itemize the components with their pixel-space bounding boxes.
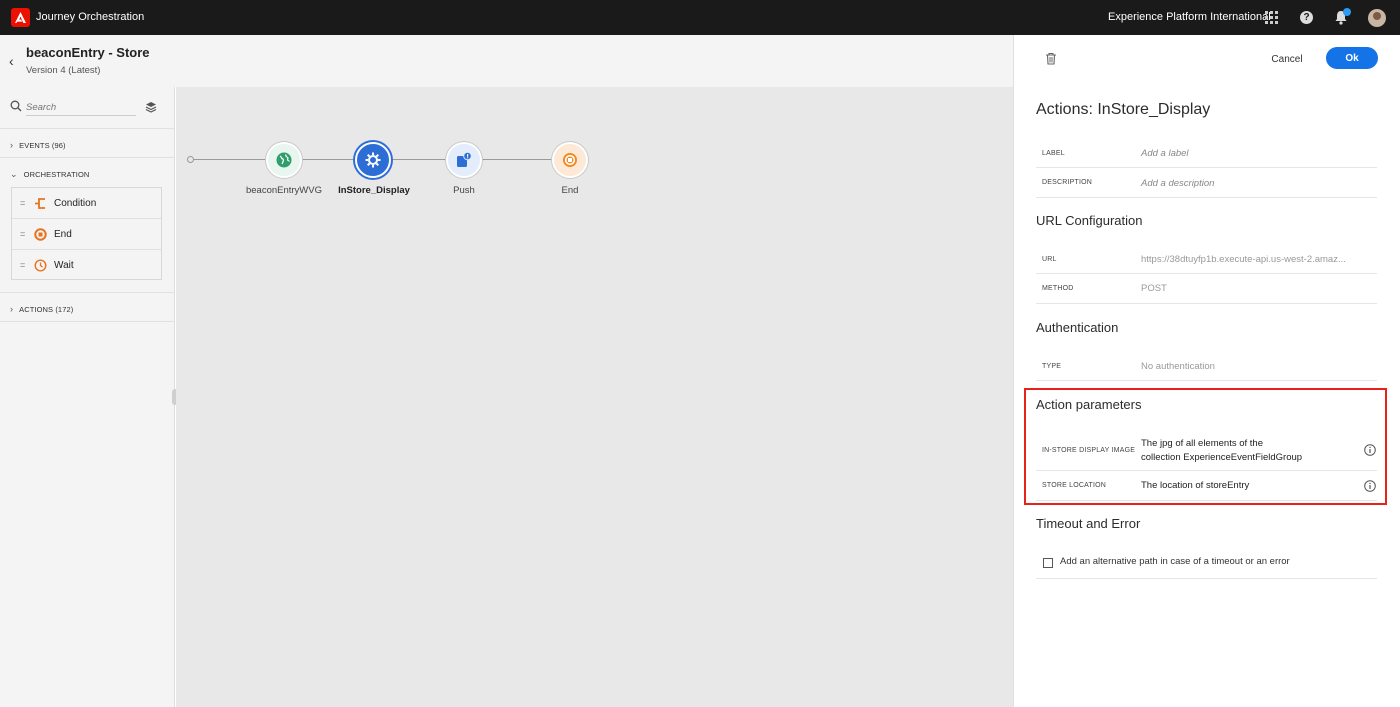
orchestration-list: = Condition = End = Wait bbox=[11, 187, 162, 280]
label-row: LABEL Add a label bbox=[1036, 139, 1377, 168]
cancel-button[interactable]: Cancel bbox=[1264, 49, 1310, 69]
journey-title: beaconEntry - Store bbox=[26, 45, 150, 60]
chevron-down-icon: ⌄ bbox=[10, 169, 18, 179]
timeout-checkbox-label[interactable]: Add an alternative path in case of a tim… bbox=[1060, 556, 1290, 567]
info-icon[interactable] bbox=[1364, 480, 1376, 492]
top-bar: Journey Orchestration Experience Platfor… bbox=[0, 0, 1400, 35]
auth-type-row: TYPE No authentication bbox=[1036, 351, 1377, 381]
node-instore-display[interactable] bbox=[355, 142, 391, 178]
description-input[interactable]: Add a description bbox=[1141, 178, 1214, 189]
field-key: TYPE bbox=[1042, 363, 1062, 370]
org-switcher[interactable]: Experience Platform International bbox=[1108, 11, 1271, 23]
activity-palette: › EVENTS (96) ⌄ ORCHESTRATION = Condition … bbox=[0, 87, 175, 707]
node-label: Push bbox=[453, 185, 475, 196]
field-key: IN-STORE DISPLAY IMAGE bbox=[1042, 447, 1136, 454]
chevron-right-icon: › bbox=[10, 304, 14, 314]
journey-canvas[interactable]: beaconEntryWVG InStore_Display Push End bbox=[176, 87, 1013, 707]
connector bbox=[482, 159, 552, 160]
orchestration-header[interactable]: ⌄ ORCHESTRATION bbox=[10, 169, 89, 180]
connector bbox=[194, 159, 266, 160]
palette-item-wait[interactable]: = Wait bbox=[12, 250, 161, 281]
method-value: POST bbox=[1141, 283, 1167, 294]
ok-button[interactable]: Ok bbox=[1326, 47, 1378, 69]
description-row: DESCRIPTION Add a description bbox=[1036, 168, 1377, 198]
auth-type-value: No authentication bbox=[1141, 361, 1215, 372]
actions-section-label: ACTIONS (172) bbox=[19, 305, 74, 314]
trash-icon[interactable] bbox=[1045, 52, 1057, 65]
drag-handle-icon: = bbox=[20, 198, 26, 208]
help-icon[interactable]: ? bbox=[1300, 11, 1313, 24]
parameter-row: IN-STORE DISPLAY IMAGE The jpg of all el… bbox=[1036, 430, 1377, 471]
orchestration-section-label: ORCHESTRATION bbox=[23, 170, 90, 179]
search-input[interactable] bbox=[26, 100, 136, 116]
drag-handle-icon: = bbox=[20, 229, 26, 239]
events-section[interactable]: › EVENTS (96) bbox=[0, 129, 175, 158]
globe-icon bbox=[276, 152, 292, 168]
journey-header: ‹ beaconEntry - Store Version 4 (Latest) bbox=[0, 35, 1013, 87]
condition-icon bbox=[35, 198, 45, 209]
chevron-right-icon: › bbox=[10, 140, 14, 150]
events-section-label: EVENTS (96) bbox=[19, 141, 66, 150]
app-title[interactable]: Journey Orchestration bbox=[36, 11, 144, 23]
back-arrow-icon[interactable]: ‹ bbox=[9, 53, 14, 69]
node-event[interactable] bbox=[266, 142, 302, 178]
apps-grid-icon[interactable] bbox=[1265, 11, 1278, 24]
auth-title: Authentication bbox=[1036, 320, 1119, 335]
end-icon bbox=[34, 228, 47, 241]
push-icon bbox=[457, 152, 472, 167]
connector bbox=[392, 159, 446, 160]
parameter-value-line2: collection ExperienceEventFieldGroup bbox=[1141, 452, 1303, 463]
timeout-error-title: Timeout and Error bbox=[1036, 516, 1141, 531]
layers-icon[interactable] bbox=[145, 101, 157, 113]
palette-item-label: Wait bbox=[54, 260, 74, 271]
timeout-path-checkbox[interactable] bbox=[1043, 558, 1053, 568]
palette-item-label: End bbox=[54, 229, 72, 240]
palette-item-label: Condition bbox=[54, 198, 97, 209]
node-label: End bbox=[561, 185, 579, 196]
drag-handle-icon: = bbox=[20, 260, 26, 270]
avatar[interactable] bbox=[1368, 9, 1386, 27]
parameter-row: STORE LOCATION The location of storeEntr… bbox=[1036, 471, 1377, 501]
palette-item-end[interactable]: = End bbox=[12, 219, 161, 250]
field-key: STORE LOCATION bbox=[1042, 482, 1106, 489]
method-row: METHOD POST bbox=[1036, 274, 1377, 304]
palette-item-condition[interactable]: = Condition bbox=[12, 188, 161, 219]
field-key: LABEL bbox=[1042, 150, 1065, 157]
parameter-value-line1: The jpg of all elements of the bbox=[1141, 438, 1263, 449]
wait-icon bbox=[34, 259, 47, 272]
search-icon bbox=[10, 100, 22, 112]
connector bbox=[302, 159, 356, 160]
adobe-logo-icon[interactable] bbox=[11, 8, 30, 27]
palette-search bbox=[0, 87, 175, 129]
actions-section[interactable]: › ACTIONS (172) bbox=[0, 293, 175, 322]
end-icon bbox=[563, 153, 577, 167]
field-key: METHOD bbox=[1042, 285, 1074, 292]
url-value: https://38dtuyfp1b.execute-api.us-west-2… bbox=[1141, 254, 1346, 265]
action-properties-panel: Cancel Ok Actions: InStore_Display LABEL… bbox=[1013, 35, 1400, 707]
parameter-value: The location of storeEntry bbox=[1141, 480, 1250, 491]
node-push[interactable] bbox=[446, 142, 482, 178]
info-icon[interactable] bbox=[1364, 444, 1376, 456]
label-input[interactable]: Add a label bbox=[1141, 148, 1189, 159]
url-row: URL https://38dtuyfp1b.execute-api.us-we… bbox=[1036, 245, 1377, 274]
action-parameters-title: Action parameters bbox=[1036, 397, 1142, 412]
journey-version: Version 4 (Latest) bbox=[26, 65, 101, 76]
custom-action-icon bbox=[365, 152, 381, 168]
url-config-title: URL Configuration bbox=[1036, 213, 1143, 228]
divider bbox=[1036, 578, 1377, 579]
field-key: DESCRIPTION bbox=[1042, 179, 1093, 186]
node-end[interactable] bbox=[552, 142, 588, 178]
notification-badge bbox=[1343, 8, 1351, 16]
field-key: URL bbox=[1042, 256, 1057, 263]
panel-title: Actions: InStore_Display bbox=[1036, 101, 1211, 118]
journey-start-dot bbox=[187, 156, 194, 163]
